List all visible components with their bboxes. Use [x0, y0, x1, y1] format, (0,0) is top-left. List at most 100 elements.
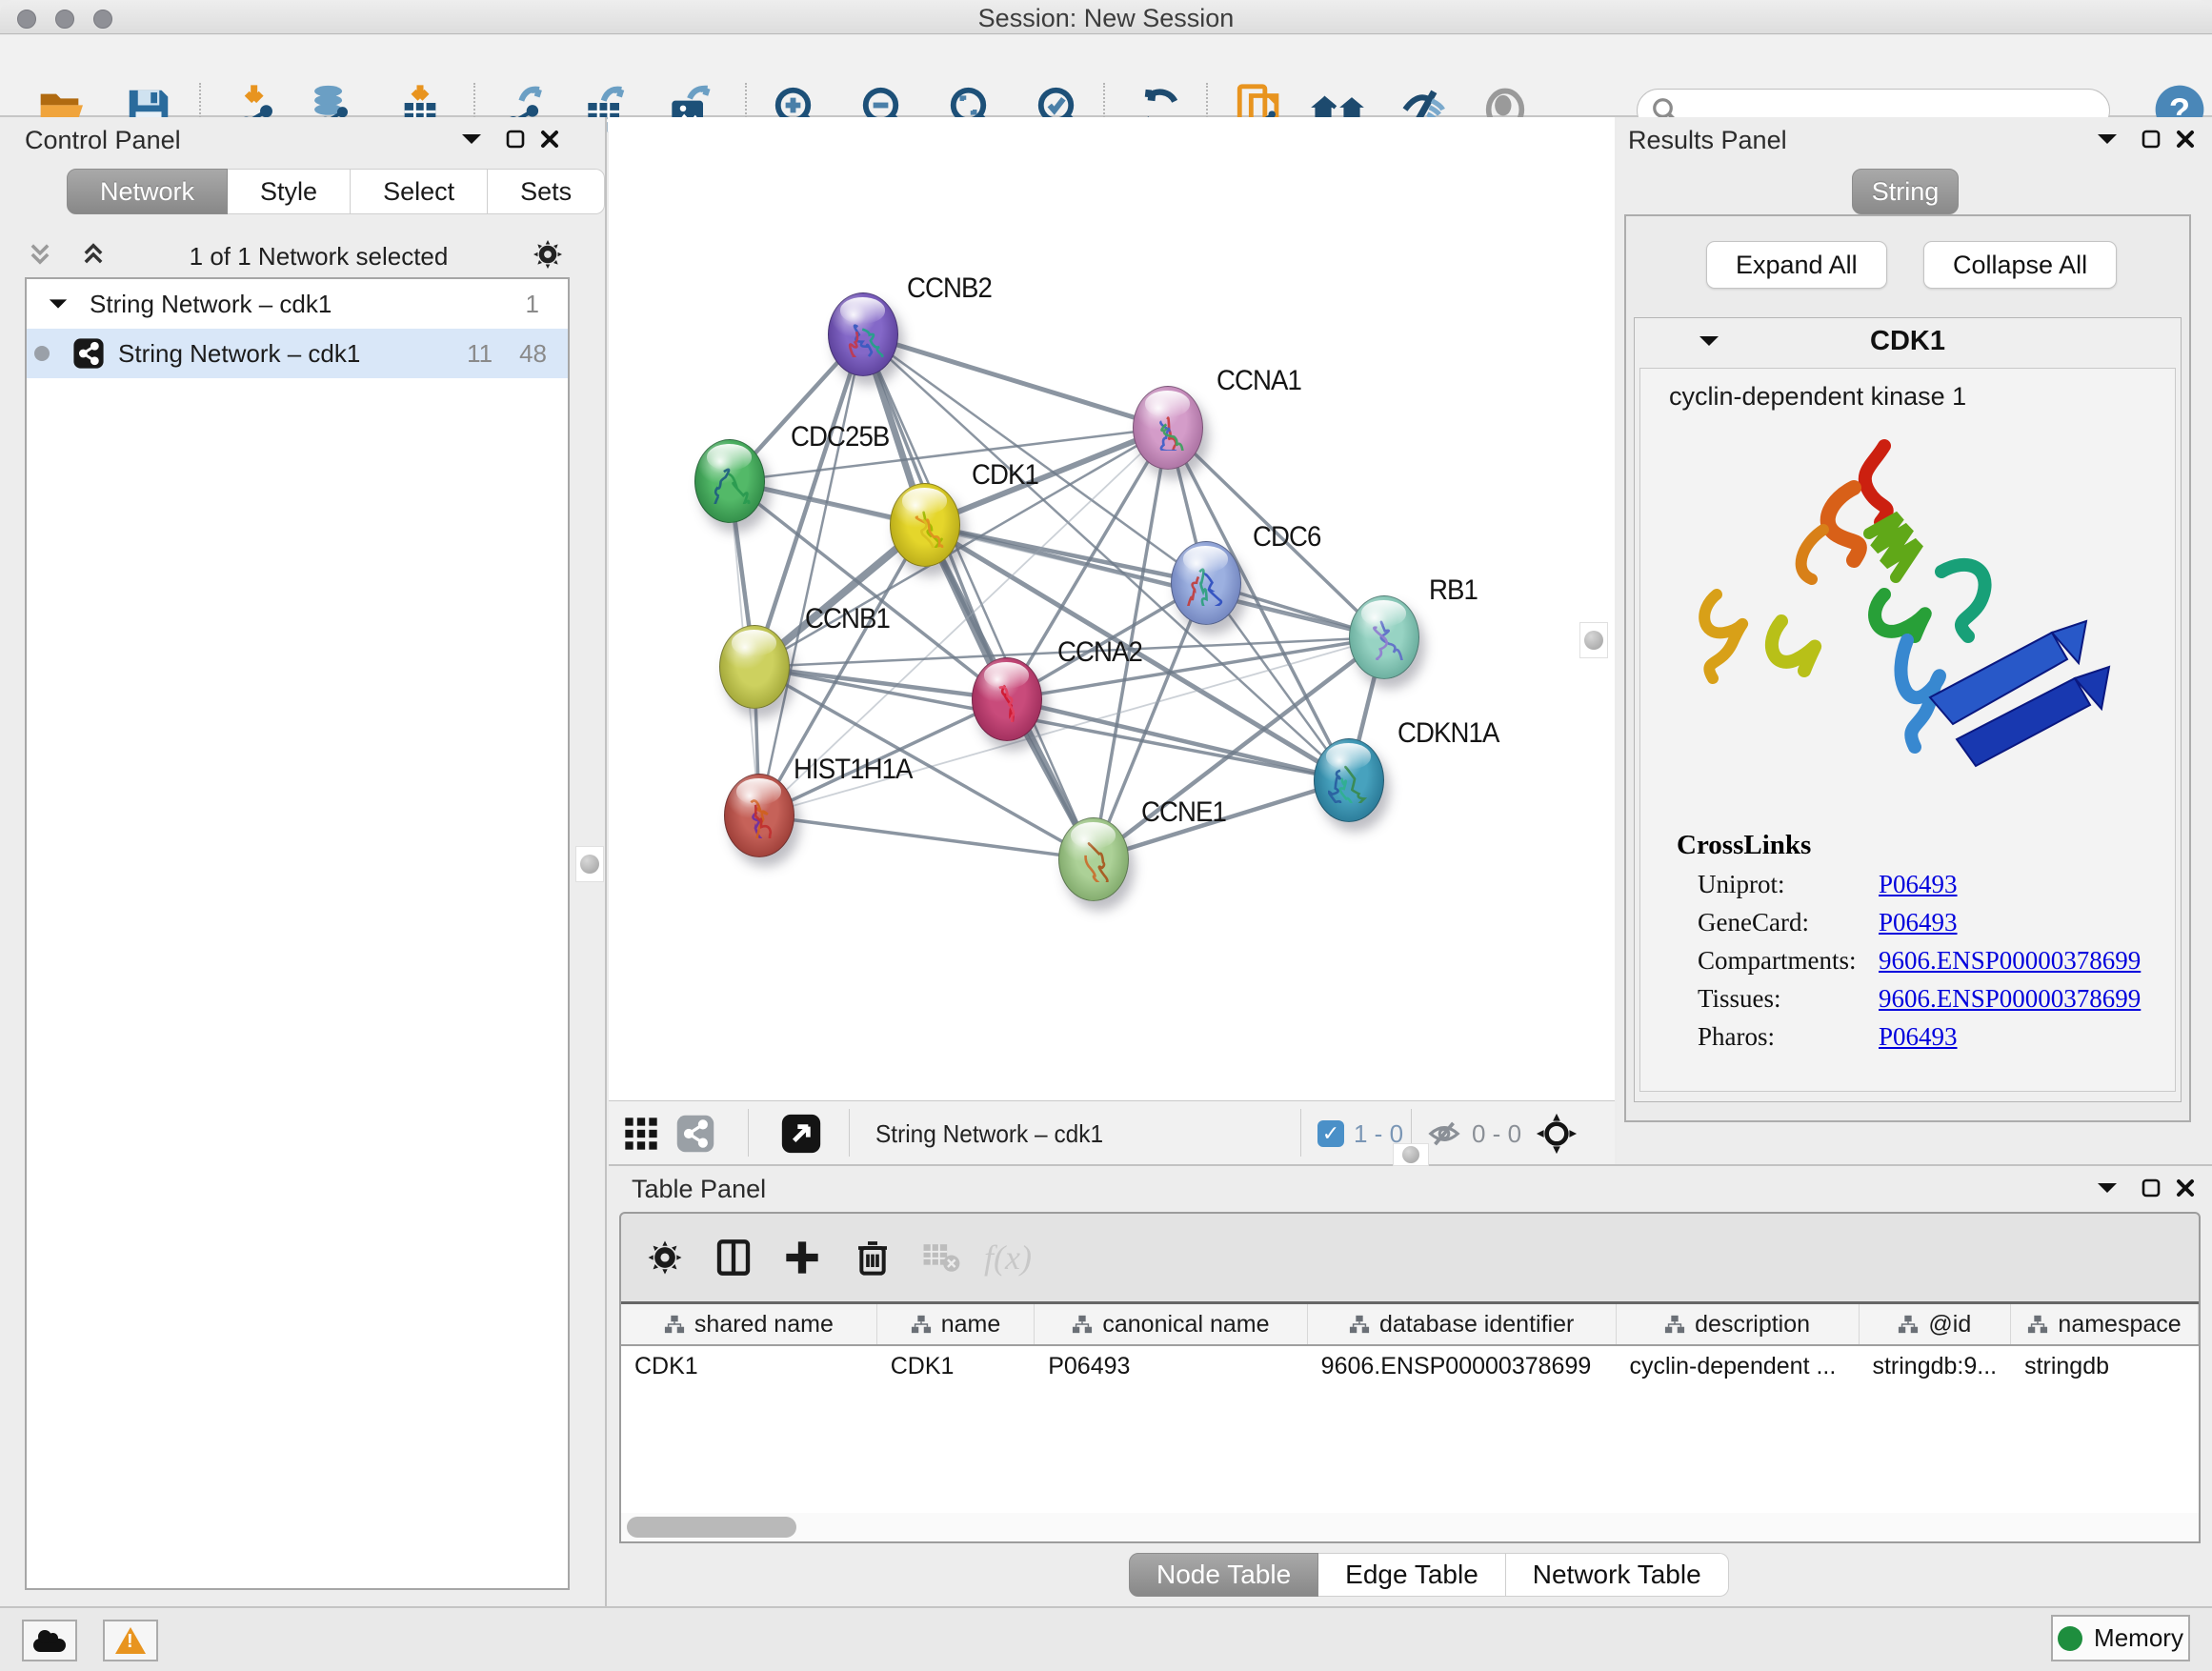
birdseye-toggle-button[interactable] — [675, 1113, 715, 1155]
memory-button[interactable]: Memory — [2051, 1615, 2190, 1661]
tab-network[interactable]: Network — [67, 169, 228, 214]
table-panel-close-button[interactable] — [2169, 1174, 2202, 1202]
column-header-description[interactable]: description — [1617, 1304, 1860, 1344]
node-table-container: f(x) shared namenamecanonical namedataba… — [619, 1212, 2201, 1543]
results-panel-menu-button[interactable] — [2091, 125, 2123, 153]
column-type-icon — [664, 1314, 685, 1335]
crosslink-link[interactable]: 9606.ENSP00000378699 — [1879, 984, 2141, 1014]
delete-table-icon — [922, 1240, 960, 1275]
network-collection-row[interactable]: String Network – cdk1 1 — [27, 279, 568, 329]
network-canvas[interactable]: CCNB2CCNA1CDC25BCDK1CDC6RB1CCNB1CCNA2CDK… — [609, 117, 1615, 1100]
warnings-button[interactable] — [103, 1620, 158, 1661]
table-options-button[interactable] — [638, 1231, 692, 1284]
open-in-window-button[interactable] — [780, 1113, 822, 1155]
scrollbar-thumb[interactable] — [627, 1517, 796, 1538]
table-cell[interactable]: CDK1 — [877, 1346, 1035, 1386]
control-panel-close-button[interactable] — [533, 125, 566, 153]
node-CCNB1[interactable] — [719, 625, 790, 709]
cloud-status-button[interactable] — [22, 1620, 77, 1661]
node-CDC6[interactable] — [1171, 541, 1241, 625]
bottom-splitter-handle[interactable] — [1393, 1143, 1429, 1166]
network-view-title: String Network – cdk1 — [875, 1113, 1117, 1155]
network-status-dot — [34, 346, 50, 361]
column-header-namespace[interactable]: namespace — [2011, 1304, 2199, 1344]
tab-string[interactable]: String — [1852, 169, 1959, 214]
node-CDK1[interactable] — [890, 483, 960, 567]
results-panel-float-button[interactable] — [2135, 125, 2167, 153]
edge-CCNB2-CCNA1[interactable] — [863, 334, 1168, 428]
show-grid-button[interactable] — [622, 1113, 660, 1155]
crosslink-row: Uniprot:P06493 — [1698, 870, 2175, 899]
float-window-icon — [2141, 1178, 2162, 1198]
tab-node-table[interactable]: Node Table — [1129, 1553, 1318, 1597]
string-network-icon — [72, 337, 105, 370]
protein-ribbon-thumbnail — [709, 458, 751, 504]
crosslink-link[interactable]: P06493 — [1879, 908, 1958, 937]
column-header-name[interactable]: name — [877, 1304, 1035, 1344]
tab-style[interactable]: Style — [228, 169, 351, 214]
node-HIST1H1A[interactable] — [724, 774, 794, 857]
control-panel-float-button[interactable] — [499, 125, 532, 153]
table-cell[interactable]: cyclin-dependent ... — [1617, 1346, 1860, 1386]
edge-CCNB1-CCNA2[interactable] — [754, 667, 1007, 699]
network-collection-label: String Network – cdk1 — [90, 290, 332, 319]
node-CCNA2[interactable] — [972, 657, 1042, 741]
table-cell[interactable]: P06493 — [1035, 1346, 1307, 1386]
show-columns-button[interactable] — [707, 1231, 760, 1284]
node-RB1[interactable] — [1349, 595, 1419, 679]
tab-select[interactable]: Select — [351, 169, 488, 214]
function-builder-button: f(x) — [981, 1231, 1035, 1284]
trash-icon — [855, 1238, 891, 1277]
table-cell[interactable]: stringdb:9... — [1859, 1346, 2011, 1386]
node-CCNA1[interactable] — [1133, 386, 1203, 470]
plus-icon — [783, 1238, 821, 1277]
node-CCNE1[interactable] — [1058, 817, 1129, 901]
node-label-CDKN1A: CDKN1A — [1398, 717, 1498, 750]
expand-all-networks-button[interactable] — [27, 241, 53, 272]
table-panel-menu-button[interactable] — [2091, 1174, 2123, 1202]
column-header-canonical-name[interactable]: canonical name — [1035, 1304, 1308, 1344]
network-row-selected[interactable]: String Network – cdk1 11 48 — [27, 329, 568, 378]
crosslink-link[interactable]: P06493 — [1879, 870, 1958, 899]
create-column-button[interactable] — [775, 1231, 829, 1284]
left-splitter-handle[interactable] — [575, 846, 604, 882]
delete-columns-button[interactable] — [846, 1231, 899, 1284]
protein-ribbon-thumbnail — [1328, 757, 1370, 803]
edge-HIST1H1A-CCNE1[interactable] — [759, 815, 1094, 859]
chevron-down-icon — [2096, 1180, 2119, 1196]
tab-sets[interactable]: Sets — [488, 169, 605, 214]
network-list-options-button[interactable] — [531, 237, 565, 276]
table-row[interactable]: CDK1CDK1P064939606.ENSP00000378699cyclin… — [621, 1346, 2199, 1386]
table-cell[interactable]: stringdb — [2011, 1346, 2199, 1386]
network-view-toolbar: String Network – cdk1 ✓ 1 - 0 0 - 0 — [609, 1100, 1615, 1164]
column-header-@id[interactable]: @id — [1860, 1304, 2012, 1344]
collapse-all-button[interactable]: Collapse All — [1923, 241, 2117, 289]
external-arrow-icon — [780, 1113, 822, 1155]
control-panel-menu-button[interactable] — [455, 125, 488, 153]
node-CDKN1A[interactable] — [1314, 738, 1384, 822]
expand-all-button[interactable]: Expand All — [1706, 241, 1887, 289]
center-view-button[interactable] — [1535, 1113, 1579, 1155]
node-CDC25B[interactable] — [694, 439, 765, 523]
crosslink-row: Tissues:9606.ENSP00000378699 — [1698, 984, 2175, 1014]
chevron-down-icon — [2096, 131, 2119, 147]
node-CCNB2[interactable] — [828, 292, 898, 376]
column-header-database-identifier[interactable]: database identifier — [1308, 1304, 1617, 1344]
table-cell[interactable]: CDK1 — [621, 1346, 877, 1386]
table-panel-float-button[interactable] — [2135, 1174, 2167, 1202]
node-result-header[interactable]: CDK1 — [1635, 318, 2181, 364]
crosslink-row: Compartments:9606.ENSP00000378699 — [1698, 946, 2175, 976]
results-panel-close-button[interactable] — [2169, 125, 2202, 153]
tab-network-table[interactable]: Network Table — [1506, 1553, 1729, 1597]
crosslink-link[interactable]: 9606.ENSP00000378699 — [1879, 946, 2141, 976]
collapse-all-networks-button[interactable] — [80, 241, 107, 272]
node-label-CCNB2: CCNB2 — [907, 272, 992, 305]
crosslink-link[interactable]: P06493 — [1879, 1022, 1958, 1052]
warning-icon — [115, 1627, 146, 1654]
crosshair-icon — [1535, 1112, 1579, 1156]
column-header-shared-name[interactable]: shared name — [621, 1304, 877, 1344]
right-splitter-handle[interactable] — [1579, 622, 1608, 658]
tab-edge-table[interactable]: Edge Table — [1318, 1553, 1506, 1597]
crosslink-label: Tissues: — [1698, 984, 1879, 1014]
table-cell[interactable]: 9606.ENSP00000378699 — [1308, 1346, 1617, 1386]
